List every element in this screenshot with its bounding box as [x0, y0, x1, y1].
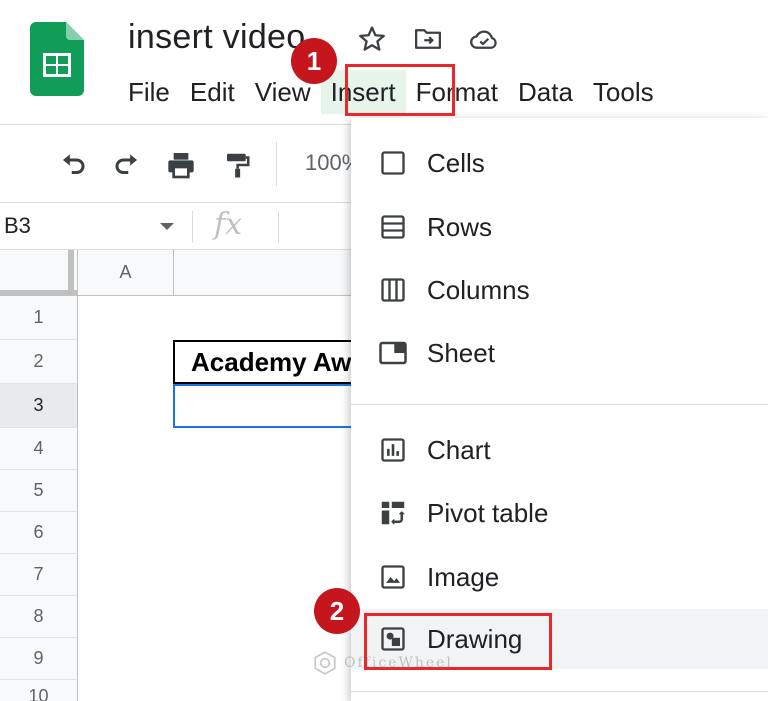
formula-divider-2 [278, 211, 279, 243]
menu-item-label: Columns [427, 274, 530, 305]
insert-highlight-box [345, 64, 455, 116]
cloud-saved-icon[interactable] [467, 22, 501, 56]
menu-item-columns[interactable]: Columns [351, 260, 768, 320]
row-header-8[interactable]: 8 [0, 596, 78, 638]
move-to-folder-icon[interactable] [411, 22, 445, 56]
chevron-down-icon[interactable] [160, 223, 174, 230]
menu-item-label: Cells [427, 147, 485, 178]
step-2-badge: 2 [314, 588, 360, 634]
image-icon [377, 561, 409, 593]
menu-item-label: Image [427, 561, 500, 592]
column-header-a[interactable]: A [78, 250, 174, 296]
row-header-3[interactable]: 3 [0, 384, 78, 428]
document-title[interactable]: insert video [128, 18, 305, 57]
watermark-logo-icon [314, 651, 336, 675]
menu-file[interactable]: File [118, 70, 180, 114]
fx-icon: fx [214, 207, 243, 242]
menu-item-rows[interactable]: Rows [351, 197, 768, 257]
menu-edit[interactable]: Edit [180, 70, 245, 114]
row-header-2[interactable]: 2 [0, 340, 78, 384]
menu-divider [351, 404, 768, 405]
columns-icon [377, 274, 409, 306]
row-header-5[interactable]: 5 [0, 470, 78, 512]
row-header-7[interactable]: 7 [0, 554, 78, 596]
menu-item-label: Rows [427, 211, 493, 242]
redo-icon[interactable] [108, 146, 146, 184]
chart-icon [377, 434, 409, 466]
column-header-b[interactable] [174, 250, 354, 296]
rows-icon [377, 211, 409, 243]
row-header-1[interactable]: 1 [0, 296, 78, 340]
print-icon[interactable] [162, 146, 200, 184]
menu-item-cells[interactable]: Cells [351, 133, 768, 193]
star-icon[interactable] [355, 22, 389, 56]
menu-tools[interactable]: Tools [583, 70, 664, 114]
menu-item-pivot-table[interactable]: Pivot table [351, 483, 768, 543]
menu-divider [351, 691, 768, 692]
row-header-6[interactable]: 6 [0, 512, 78, 554]
step-1-badge: 1 [291, 38, 337, 84]
name-box[interactable]: B3 [4, 213, 31, 239]
undo-icon[interactable] [54, 146, 92, 184]
watermark-text: OfficeWheel [344, 655, 453, 671]
watermark: OfficeWheel [312, 650, 453, 676]
menu-item-label: Sheet [427, 337, 495, 368]
formula-divider [192, 211, 193, 243]
menu-data[interactable]: Data [508, 70, 583, 114]
menu-item-label: Chart [427, 434, 491, 465]
cells-icon [377, 147, 409, 179]
row-header-4[interactable]: 4 [0, 428, 78, 470]
row-header-10[interactable]: 10 [0, 680, 78, 701]
sheets-logo[interactable] [30, 22, 84, 96]
cell-b2[interactable]: Academy Awards [173, 340, 363, 384]
menu-item-sheet[interactable]: Sheet [351, 323, 768, 383]
sheet-icon [377, 337, 409, 369]
toolbar-divider [276, 142, 277, 186]
cell-b3-selected[interactable] [173, 384, 363, 428]
menu-item-label: Pivot table [427, 497, 549, 528]
pivot-table-icon [377, 497, 409, 529]
menu-item-chart[interactable]: Chart [351, 420, 768, 480]
menu-item-image[interactable]: Image [351, 547, 768, 607]
paint-format-icon[interactable] [218, 146, 256, 184]
row-header-9[interactable]: 9 [0, 638, 78, 680]
